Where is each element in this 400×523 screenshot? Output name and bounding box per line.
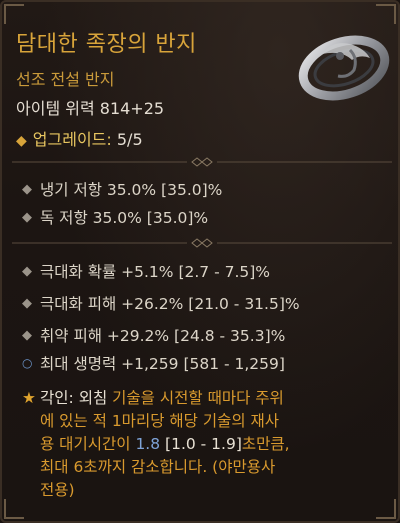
item-name: 담대한 족장의 반지: [16, 32, 197, 57]
aspect-text-3a: 용 대기시간이: [40, 435, 131, 453]
stat-vulnerable-damage: ◆ 취약 피해 +29.2% [24.8 - 35.3]%: [22, 324, 285, 346]
divider: [12, 157, 392, 167]
frame-corner: [4, 4, 24, 24]
aspect-text-1: 기술을 시전할 때마다 주위: [112, 389, 284, 407]
bullet-icon: ◆: [22, 263, 32, 279]
frame-corner: [376, 4, 396, 24]
upgrade-line: ◆ 업그레이드: 5/5: [16, 126, 143, 150]
aspect-text-4: 최대 6초까지 감소합니다. (야만용사: [40, 458, 276, 476]
stat-poison-resistance: ◆ 독 저항 35.0% [35.0]%: [22, 206, 208, 228]
stat-max-life: ○ 최대 생명력 +1,259 [581 - 1,259]: [22, 352, 285, 374]
bullet-icon: ◆: [22, 181, 32, 197]
item-type: 선조 전설 반지: [16, 70, 115, 89]
aspect-text-5: 전용): [40, 481, 75, 499]
divider: [12, 238, 392, 248]
aspect-label: 각인:: [40, 389, 74, 407]
item-tooltip: 담대한 족장의 반지 선조 전설 반지 아이템 위력 814+25 ◆ 업그레이드…: [0, 0, 400, 523]
bullet-icon: ◆: [22, 295, 32, 311]
item-power: 아이템 위력 814+25: [16, 99, 165, 118]
aspect-range: [1.0 - 1.9]: [165, 435, 242, 453]
stat-crit-damage: ◆ 극대화 피해 +26.2% [21.0 - 31.5]%: [22, 292, 300, 314]
stat-text: 냉기 저항 35.0% [35.0]%: [40, 181, 223, 199]
upgrade-diamond-icon: ◆: [16, 133, 27, 149]
upgrade-value: 5/5: [116, 130, 143, 149]
stat-text: 극대화 피해 +26.2% [21.0 - 31.5]%: [40, 295, 300, 313]
aspect-value: 1.8: [135, 435, 161, 453]
stat-crit-chance: ◆ 극대화 확률 +5.1% [2.7 - 7.5]%: [22, 260, 270, 282]
upgrade-label: 업그레이드:: [32, 130, 112, 149]
aspect-skill: 외침: [78, 389, 108, 407]
stat-text: 독 저항 35.0% [35.0]%: [40, 209, 209, 227]
stat-cold-resistance: ◆ 냉기 저항 35.0% [35.0]%: [22, 178, 222, 200]
bullet-icon: ◆: [22, 209, 32, 225]
frame-corner: [4, 499, 24, 519]
stat-text: 취약 피해 +29.2% [24.8 - 35.3]%: [40, 327, 286, 345]
aspect-text-2: 에 있는 적 1마리당 해당 기술의 재사: [40, 412, 280, 430]
frame-corner: [376, 499, 396, 519]
star-icon: ★: [22, 389, 36, 407]
implicit-bullet-icon: ○: [22, 356, 33, 370]
aspect-description: ★ 각인: 외침 기술을 시전할 때마다 주위 에 있는 적 1마리당 해당 기…: [22, 387, 388, 502]
aspect-text-3b: 초만큼,: [241, 435, 290, 453]
ring-icon: [298, 35, 390, 101]
stat-text: 극대화 확률 +5.1% [2.7 - 7.5]%: [40, 263, 271, 281]
bullet-icon: ◆: [22, 327, 32, 343]
stat-text: 최대 생명력 +1,259 [581 - 1,259]: [40, 355, 285, 373]
